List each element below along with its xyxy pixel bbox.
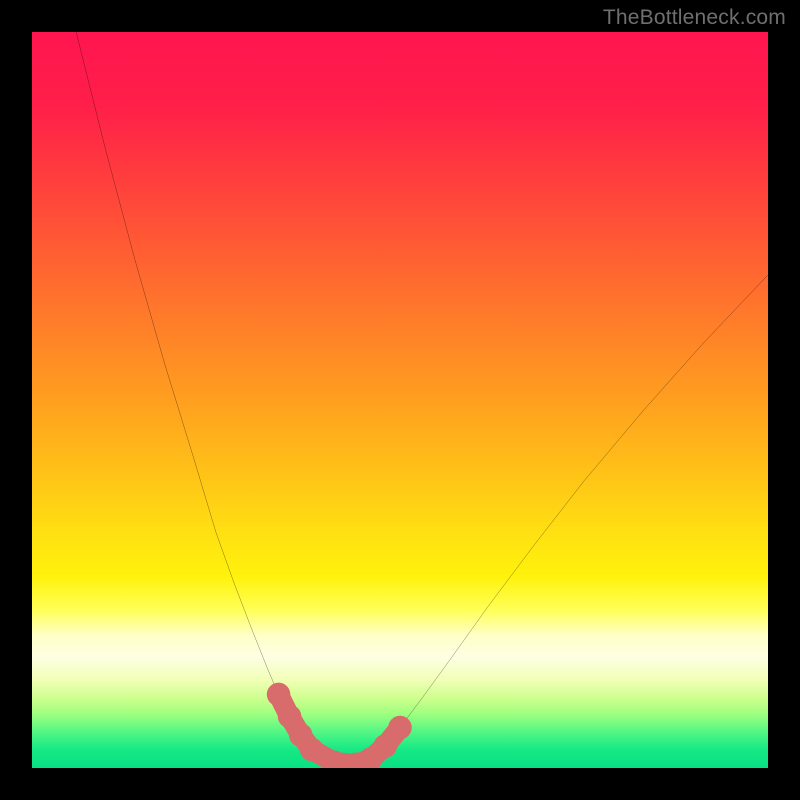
marker-dot xyxy=(374,734,398,758)
marker-dot xyxy=(388,716,412,740)
marker-dot xyxy=(267,683,291,707)
marker-dot xyxy=(300,738,324,762)
right-curve xyxy=(356,275,768,764)
watermark: TheBottleneck.com xyxy=(603,6,786,30)
curves-layer xyxy=(32,32,768,768)
plot-area xyxy=(32,32,768,768)
marker-dots xyxy=(267,683,412,768)
chart-frame: TheBottleneck.com xyxy=(0,0,800,800)
left-curve xyxy=(76,32,356,764)
